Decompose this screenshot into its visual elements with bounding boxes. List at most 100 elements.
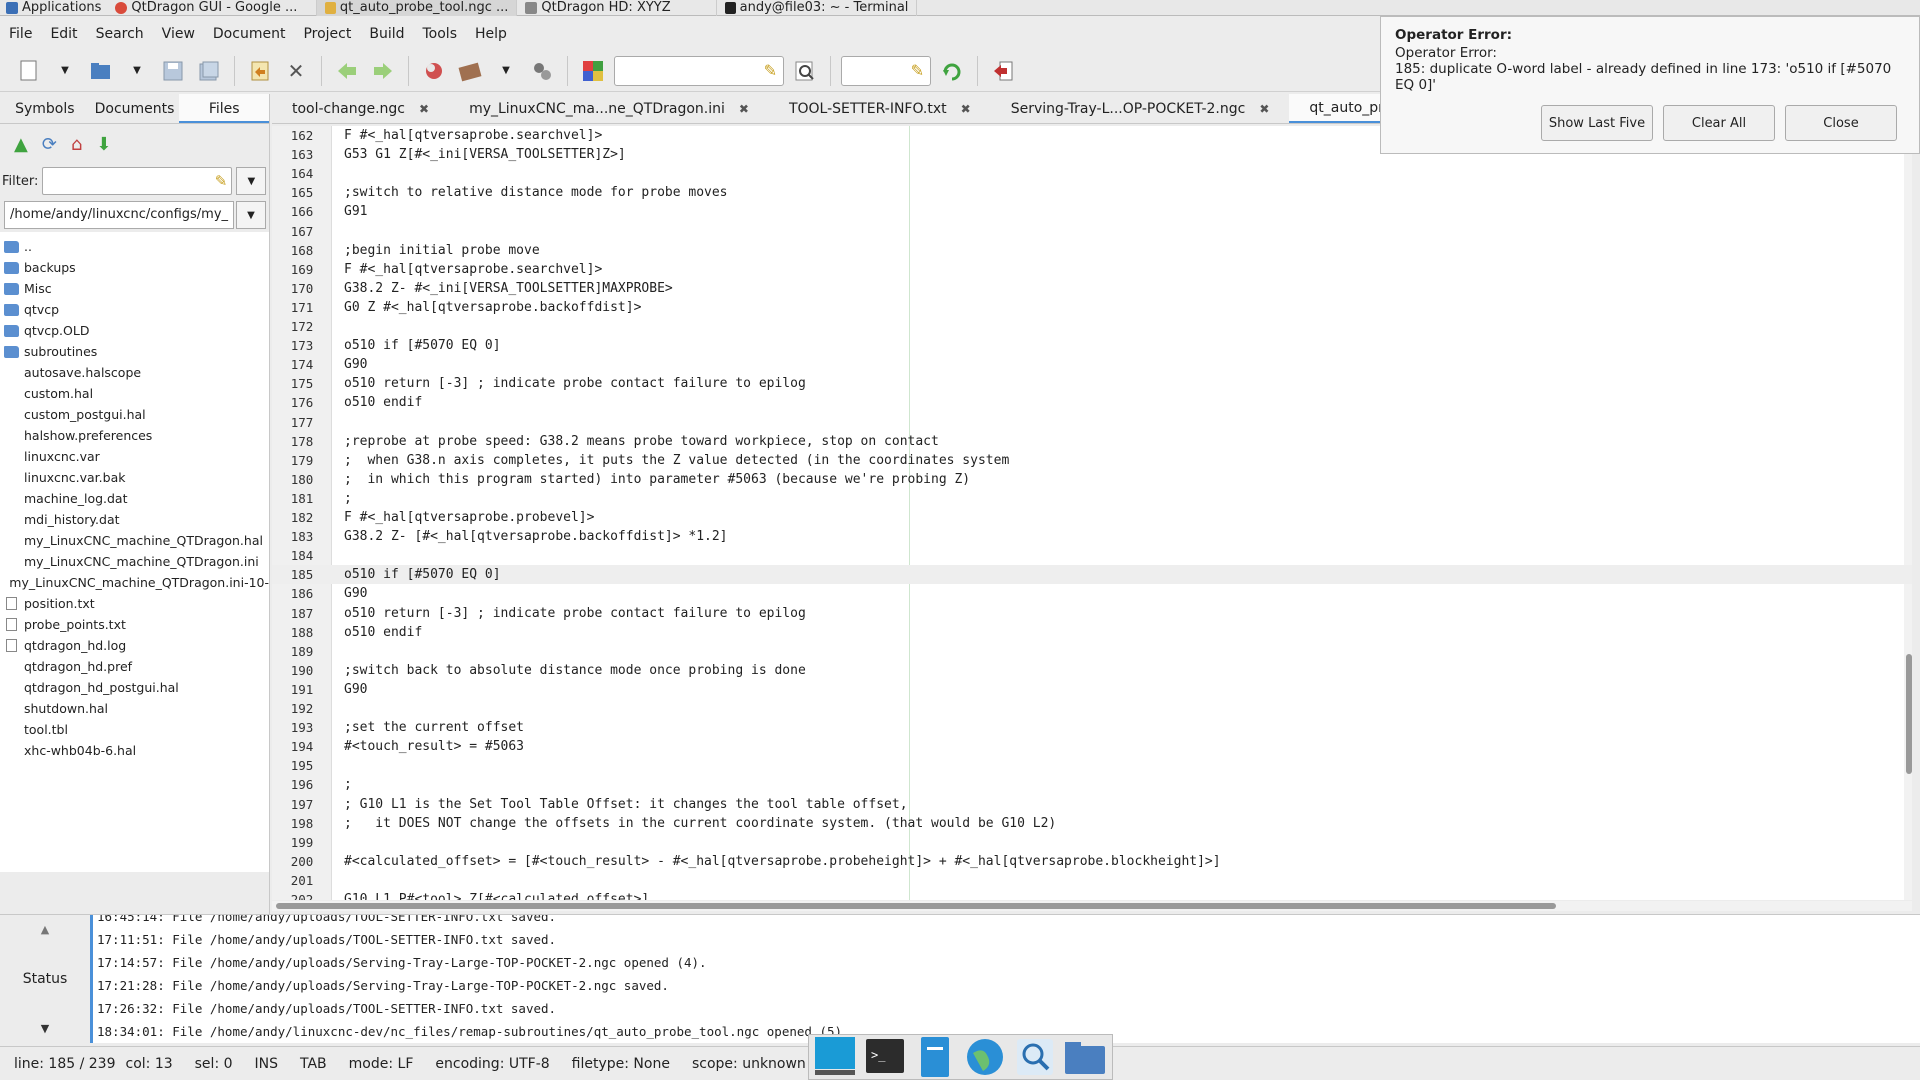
code-line[interactable]: 168 ;begin initial probe move (272, 241, 1912, 260)
save-all-button[interactable] (194, 56, 224, 86)
build-button[interactable] (455, 56, 485, 86)
file-list-item[interactable]: halshow.preferences (0, 425, 269, 446)
code-line[interactable]: 198 ; it DOES NOT change the offsets in t… (272, 814, 1912, 833)
code-line[interactable]: 183 G38.2 Z- [#<_hal[qtversaprobe.backoff… (272, 527, 1912, 546)
close-tab-icon[interactable]: ✖ (739, 102, 749, 116)
navigate-forward-button[interactable] (368, 56, 398, 86)
code-line[interactable]: 202 G10 L1 P#<tool> Z[#<calculated_offset… (272, 890, 1912, 900)
code-line[interactable]: 200 #<calculated_offset> = [#<touch_resul… (272, 852, 1912, 871)
menu-tools[interactable]: Tools (414, 26, 467, 42)
code-line[interactable]: 177 (272, 413, 1912, 432)
document-tab[interactable]: TOOL-SETTER-INFO.txt ✖ (769, 94, 991, 123)
code-editor[interactable]: 162 F #<_hal[qtversaprobe.searchvel]> 163 G… (272, 126, 1912, 900)
menu-document[interactable]: Document (204, 26, 295, 42)
file-list-item[interactable]: xhc-whb04b-6.hal (0, 740, 269, 761)
applications-menu[interactable]: Applications (0, 0, 107, 15)
file-list-item[interactable]: linuxcnc.var.bak (0, 467, 269, 488)
code-line[interactable]: 165 ;switch to relative distance mode for… (272, 183, 1912, 202)
code-line[interactable]: 199 (272, 833, 1912, 852)
show-last-five-button[interactable]: Show Last Five (1541, 105, 1653, 141)
file-list-item[interactable]: custom.hal (0, 383, 269, 404)
dock-file-manager[interactable] (915, 1037, 955, 1077)
clear-brush-icon[interactable]: ✎ (215, 172, 228, 190)
set-path-icon[interactable]: ⬇ (96, 134, 111, 155)
code-line[interactable]: 164 (272, 164, 1912, 183)
code-line[interactable]: 194 #<touch_result> = #5063 (272, 737, 1912, 756)
code-line[interactable]: 192 (272, 699, 1912, 718)
goto-line-field[interactable]: ✎ (841, 55, 931, 86)
build-options-dropdown[interactable]: ▼ (491, 56, 521, 86)
code-line[interactable]: 181; (272, 489, 1912, 508)
file-list-item[interactable]: machine_log.dat (0, 488, 269, 509)
task-geany[interactable]: qt_auto_probe_tool.ngc ... (317, 0, 518, 16)
code-line[interactable]: 176 o510 endif (272, 393, 1912, 412)
close-tab-icon[interactable]: ✖ (1259, 102, 1269, 116)
file-list-item[interactable]: qtdragon_hd.log (0, 635, 269, 656)
code-line[interactable]: 185 o510 if [#5070 EQ 0] (272, 565, 1912, 585)
new-from-template-dropdown[interactable]: ▼ (50, 56, 80, 86)
code-line[interactable]: 172 (272, 317, 1912, 336)
code-line[interactable]: 166 G91 (272, 202, 1912, 221)
file-list-item[interactable]: shutdown.hal (0, 698, 269, 719)
menu-file[interactable]: File (0, 26, 41, 42)
tab-files[interactable]: Files (179, 94, 270, 123)
document-tab[interactable]: my_LinuxCNC_ma...ne_QTDragon.ini ✖ (449, 94, 769, 123)
horizontal-scroll-thumb[interactable] (276, 903, 1556, 909)
file-list-item[interactable]: my_LinuxCNC_machine_QTDragon.hal (0, 530, 269, 551)
task-terminal[interactable]: andy@file03: ~ - Terminal (717, 0, 918, 16)
code-line[interactable]: 190 ;switch back to absolute distance mod… (272, 661, 1912, 680)
code-line[interactable]: 169 F #<_hal[qtversaprobe.searchvel]> (272, 260, 1912, 279)
up-arrow-icon[interactable]: ▲ (14, 134, 28, 155)
filter-dropdown[interactable]: ▼ (236, 167, 267, 195)
find-button[interactable] (790, 56, 820, 86)
filter-input[interactable]: ✎ (42, 167, 233, 195)
new-file-button[interactable] (14, 56, 44, 86)
compile-button[interactable] (419, 56, 449, 86)
file-list-item[interactable]: linuxcnc.var (0, 446, 269, 467)
code-line[interactable]: 179 ; when G38.n axis completes, it puts … (272, 451, 1912, 470)
revert-button[interactable] (245, 56, 275, 86)
dock-web-browser[interactable] (965, 1037, 1005, 1077)
code-line[interactable]: 173 o510 if [#5070 EQ 0] (272, 336, 1912, 355)
code-line[interactable]: 178 ;reprobe at probe speed: G38.2 means … (272, 432, 1912, 451)
code-line[interactable]: 193 ;set the current offset (272, 718, 1912, 737)
code-line[interactable]: 186 G90 (272, 584, 1912, 603)
code-line[interactable]: 201 (272, 871, 1912, 890)
code-line[interactable]: 184 (272, 546, 1912, 565)
path-dropdown[interactable]: ▼ (236, 201, 266, 229)
status-tab-label[interactable]: Status (23, 971, 68, 987)
file-list-item[interactable]: autosave.halscope (0, 362, 269, 383)
dock-terminal[interactable]: >_ (865, 1037, 905, 1077)
task-qtdragon[interactable]: QtDragon HD: XYYZ (517, 0, 718, 16)
code-line[interactable]: 174 G90 (272, 355, 1912, 374)
scroll-up-icon[interactable]: ▲ (41, 923, 49, 936)
file-list-item[interactable]: my_LinuxCNC_machine_QTDragon.ini-10- (0, 572, 269, 593)
code-line[interactable]: 182 F #<_hal[qtversaprobe.probevel]> (272, 508, 1912, 527)
file-list-item[interactable]: .. (0, 236, 269, 257)
file-list-item[interactable]: qtdragon_hd.pref (0, 656, 269, 677)
close-tab-icon[interactable]: ✖ (961, 102, 971, 116)
code-line[interactable]: 167 (272, 222, 1912, 241)
file-list-item[interactable]: custom_postgui.hal (0, 404, 269, 425)
dock-folder[interactable] (1065, 1037, 1105, 1077)
path-input[interactable]: /home/andy/linuxcnc/configs/my_ (4, 201, 234, 229)
menu-build[interactable]: Build (360, 26, 413, 42)
file-list-item[interactable]: my_LinuxCNC_machine_QTDragon.ini (0, 551, 269, 572)
scroll-down-icon[interactable]: ▼ (41, 1022, 49, 1035)
code-line[interactable]: 191 G90 (272, 680, 1912, 699)
file-list-item[interactable]: qtvcp (0, 299, 269, 320)
task-chrome[interactable]: QtDragon GUI - Google ... (107, 0, 318, 16)
color-chooser-button[interactable] (578, 56, 608, 86)
file-list-item[interactable]: backups (0, 257, 269, 278)
refresh-icon[interactable]: ⟳ (42, 134, 57, 155)
quit-button[interactable] (988, 56, 1018, 86)
file-list-item[interactable]: Misc (0, 278, 269, 299)
file-list-item[interactable]: tool.tbl (0, 719, 269, 740)
menu-help[interactable]: Help (466, 26, 516, 42)
close-file-button[interactable]: ✕ (281, 56, 311, 86)
code-line[interactable]: 189 (272, 642, 1912, 661)
close-tab-icon[interactable]: ✖ (419, 102, 429, 116)
clear-brush-icon[interactable]: ✎ (764, 61, 777, 80)
menu-search[interactable]: Search (87, 26, 153, 42)
code-line[interactable]: 196; (272, 775, 1912, 794)
